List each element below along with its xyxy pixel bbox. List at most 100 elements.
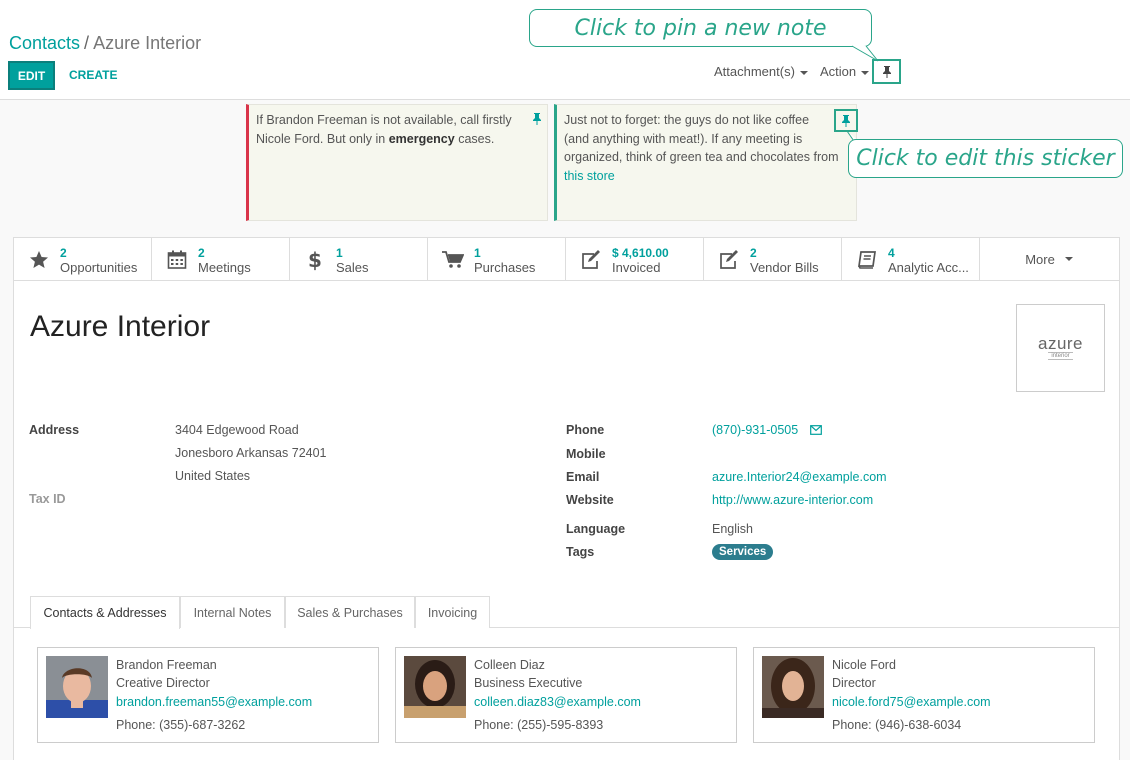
stat-value: 2 <box>60 246 67 260</box>
edit-sticker-pin-button[interactable] <box>834 109 858 132</box>
action-label: Action <box>820 64 857 79</box>
stat-value: 1 <box>474 246 481 260</box>
svg-text:$: $ <box>308 249 322 271</box>
sticker-1-line1: If Brandon Freeman is not available, cal… <box>256 113 512 127</box>
sticker-1-text-end: cases. <box>454 131 495 146</box>
tags-label: Tags <box>566 545 595 559</box>
callout-edit-sticker: Click to edit this sticker <box>848 139 1123 178</box>
stat-value: 2 <box>198 246 205 260</box>
stat-label: Sales <box>336 260 369 275</box>
notebook-tabs: Contacts & Addresses Internal Notes Sale… <box>14 596 1119 629</box>
email-label: Email <box>566 470 600 484</box>
stat-value: 1 <box>336 246 343 260</box>
phone-label: Phone <box>566 423 605 437</box>
stat-vendor-bills-button[interactable]: 2 Vendor Bills <box>704 238 842 280</box>
avatar <box>404 656 466 718</box>
contact-email[interactable]: nicole.ford75@example.com <box>832 695 991 709</box>
callout-pin-new-note-text: Click to pin a new note <box>574 15 827 41</box>
language-value: English <box>712 522 753 536</box>
breadcrumb-contacts-link[interactable]: Contacts <box>9 33 80 53</box>
tax-id-label: Tax ID <box>29 492 66 506</box>
contact-card[interactable]: Brandon Freeman Creative Director brando… <box>37 647 379 743</box>
phone-value[interactable]: (870)-931-0505 <box>712 423 823 437</box>
create-button[interactable]: CREATE <box>69 68 117 82</box>
pencil-square-icon <box>580 249 602 271</box>
address-city: Jonesboro Arkansas 72401 <box>175 446 327 460</box>
contact-name: Colleen Diaz <box>474 658 545 672</box>
email-link[interactable]: azure.Interior24@example.com <box>712 470 887 484</box>
language-label: Language <box>566 522 626 536</box>
contact-email[interactable]: brandon.freeman55@example.com <box>116 695 312 709</box>
phone-number[interactable]: (870)-931-0505 <box>712 423 798 437</box>
mobile-label: Mobile <box>566 447 606 461</box>
breadcrumb-current: Azure Interior <box>93 33 202 53</box>
tab-sales-purchases[interactable]: Sales & Purchases <box>285 596 415 628</box>
breadcrumb: Contacts / Azure Interior <box>9 33 201 54</box>
pencil-square-icon <box>718 249 740 271</box>
chevron-down-icon <box>861 70 870 75</box>
contact-phone: Phone: (255)-595-8393 <box>474 718 604 732</box>
contact-title: Director <box>832 676 876 690</box>
avatar <box>762 656 824 718</box>
website-label: Website <box>566 493 614 507</box>
sticker-1-text: Nicole Ford. But only in <box>256 131 389 146</box>
sticker-2-store-link[interactable]: this store <box>564 167 848 186</box>
contact-title: Creative Director <box>116 676 210 690</box>
tab-contacts-addresses[interactable]: Contacts & Addresses <box>30 596 180 629</box>
contact-card[interactable]: Colleen Diaz Business Executive colleen.… <box>395 647 737 743</box>
callout-edit-sticker-text: Click to edit this sticker <box>856 146 1115 171</box>
more-label: More <box>1025 251 1055 267</box>
logo-text: azure <box>1037 334 1084 353</box>
star-icon <box>28 249 50 271</box>
sticker-note-2[interactable]: Just not to forget: the guys do not like… <box>554 104 857 221</box>
contact-card[interactable]: Nicole Ford Director nicole.ford75@examp… <box>753 647 1095 743</box>
stat-label: Invoiced <box>612 260 661 275</box>
contact-phone: Phone: (946)-638-6034 <box>832 718 962 732</box>
chevron-down-icon <box>1064 257 1073 261</box>
partner-logo[interactable]: azure interior <box>1016 304 1105 392</box>
tab-internal-notes[interactable]: Internal Notes <box>180 596 285 628</box>
tab-invoicing[interactable]: Invoicing <box>415 596 490 628</box>
more-button[interactable]: More <box>980 238 1118 280</box>
contact-phone: Phone: (355)-687-3262 <box>116 718 246 732</box>
stat-opportunities-button[interactable]: 2 Opportunities <box>14 238 152 280</box>
pin-icon[interactable] <box>532 113 542 125</box>
dollar-icon: $ <box>304 249 326 271</box>
stat-invoiced-button[interactable]: $ 4,610.00 Invoiced <box>566 238 704 280</box>
calendar-icon <box>166 249 188 271</box>
stat-sales-button[interactable]: $ 1 Sales <box>290 238 428 280</box>
partner-name: Azure Interior <box>30 310 211 343</box>
attachments-label: Attachment(s) <box>714 64 795 79</box>
contact-name: Nicole Ford <box>832 658 896 672</box>
stat-value: $ 4,610.00 <box>612 246 669 260</box>
sticker-2-line3: organized, think of green tea and chocol… <box>564 150 839 164</box>
attachments-dropdown[interactable]: Attachment(s) <box>714 64 808 79</box>
sticker-2-line2: (and anything with meat!). If any meetin… <box>564 131 803 146</box>
sticker-note-1[interactable]: If Brandon Freeman is not available, cal… <box>246 104 548 221</box>
sticker-2-line1: Just not to forget: the guys do not like… <box>564 113 810 127</box>
cart-icon <box>442 249 464 271</box>
logo-subtext: interior <box>1048 352 1073 360</box>
address-street: 3404 Edgewood Road <box>175 423 299 437</box>
address-label: Address <box>29 423 80 437</box>
stat-label: Vendor Bills <box>750 260 819 275</box>
stat-value: 2 <box>750 246 757 260</box>
form-sheet: 2 Opportunities 2 Meetings $ 1 Sales 1 P… <box>13 237 1120 760</box>
stat-purchases-button[interactable]: 1 Purchases <box>428 238 566 280</box>
stat-analytic-accounts-button[interactable]: 4 Analytic Acc... <box>842 238 980 280</box>
website-link[interactable]: http://www.azure-interior.com <box>712 493 873 507</box>
contact-email[interactable]: colleen.diaz83@example.com <box>474 695 641 709</box>
stat-label: Purchases <box>474 260 536 275</box>
stat-meetings-button[interactable]: 2 Meetings <box>152 238 290 280</box>
callout-pointer <box>851 45 879 62</box>
envelope-icon[interactable] <box>810 425 823 435</box>
sticker-1-line2: Nicole Ford. But only in emergency cases… <box>256 130 539 149</box>
callout-pin-new-note: Click to pin a new note <box>529 9 872 47</box>
edit-button[interactable]: EDIT <box>8 61 55 90</box>
smart-buttons: 2 Opportunities 2 Meetings $ 1 Sales 1 P… <box>14 238 1119 281</box>
sticker-1-bold: emergency <box>388 131 455 146</box>
pin-icon <box>882 65 891 78</box>
book-icon <box>856 249 878 271</box>
action-dropdown[interactable]: Action <box>820 64 870 79</box>
chevron-down-icon <box>799 70 808 75</box>
